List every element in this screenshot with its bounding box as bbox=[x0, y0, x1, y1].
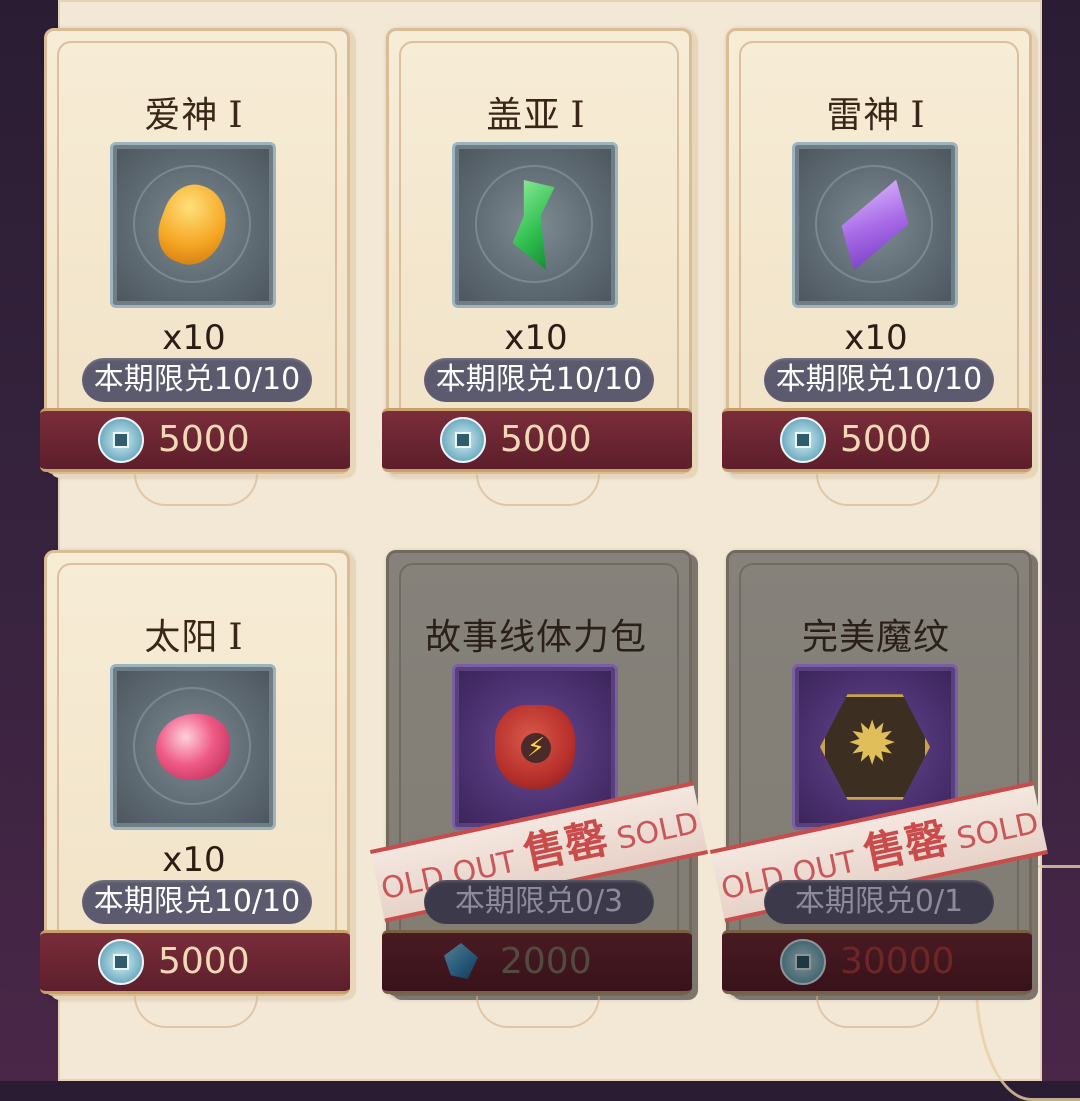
price-label: 5000 bbox=[158, 941, 250, 982]
shop-item-card-sold-out: 完美魔纹 OLD OUT售罄SOLD 本期限兑0/1 30000 bbox=[709, 550, 1049, 1028]
item-slot bbox=[110, 142, 276, 308]
price-button[interactable]: 5000 bbox=[382, 408, 692, 472]
coin-icon bbox=[98, 939, 144, 985]
ruby-gem-icon bbox=[156, 714, 230, 780]
item-quantity: x10 bbox=[162, 318, 226, 358]
item-name: 爱神 I bbox=[144, 95, 244, 136]
card-ornament bbox=[134, 474, 258, 506]
coin-icon bbox=[98, 417, 144, 463]
item-quantity: x10 bbox=[504, 318, 568, 358]
item-name: 太阳 I bbox=[144, 617, 244, 658]
exchange-limit: 本期限兑0/1 bbox=[764, 880, 994, 924]
price-button[interactable]: 5000 bbox=[40, 408, 350, 472]
item-quantity: x10 bbox=[844, 318, 908, 358]
exchange-limit: 本期限兑0/3 bbox=[424, 880, 654, 924]
price-label: 30000 bbox=[840, 941, 955, 982]
card-ornament bbox=[476, 474, 600, 506]
item-slot bbox=[452, 142, 618, 308]
item-slot bbox=[110, 664, 276, 830]
exchange-limit: 本期限兑10/10 bbox=[82, 358, 312, 402]
exchange-limit: 本期限兑10/10 bbox=[424, 358, 654, 402]
shop-item-card[interactable]: 爱神 I x10 本期限兑10/10 5000 bbox=[40, 28, 352, 506]
price-label: 5000 bbox=[500, 419, 592, 460]
exchange-limit: 本期限兑10/10 bbox=[82, 880, 312, 924]
price-button: 2000 bbox=[382, 930, 692, 994]
price-button: 30000 bbox=[722, 930, 1032, 994]
exchange-limit: 本期限兑10/10 bbox=[764, 358, 994, 402]
card-ornament bbox=[816, 474, 940, 506]
blue-crystal-icon bbox=[444, 943, 478, 979]
price-label: 2000 bbox=[500, 941, 592, 982]
item-slot bbox=[792, 142, 958, 308]
coin-icon bbox=[780, 417, 826, 463]
price-button[interactable]: 5000 bbox=[722, 408, 1032, 472]
shop-item-card[interactable]: 盖亚 I x10 本期限兑10/10 5000 bbox=[382, 28, 694, 506]
shop-item-card[interactable]: 雷神 I x10 本期限兑10/10 5000 bbox=[722, 28, 1034, 506]
price-label: 5000 bbox=[840, 419, 932, 460]
card-ornament bbox=[816, 996, 940, 1028]
price-label: 5000 bbox=[158, 419, 250, 460]
stamina-bag-icon bbox=[495, 705, 575, 789]
item-name: 雷神 I bbox=[826, 95, 926, 136]
price-button[interactable]: 5000 bbox=[40, 930, 350, 994]
shop-item-card-sold-out: 故事线体力包 OLD OUT售罄SOLD 本期限兑0/3 2000 bbox=[369, 550, 709, 1028]
card-ornament bbox=[134, 996, 258, 1028]
card-ornament bbox=[476, 996, 600, 1028]
item-name: 故事线体力包 bbox=[424, 617, 647, 658]
item-name: 盖亚 I bbox=[486, 95, 586, 136]
coin-icon bbox=[780, 939, 826, 985]
shop-item-card[interactable]: 太阳 I x10 本期限兑10/10 5000 bbox=[40, 550, 352, 1028]
item-quantity: x10 bbox=[162, 840, 226, 880]
magic-rune-icon bbox=[820, 694, 930, 800]
coin-icon bbox=[440, 417, 486, 463]
item-name: 完美魔纹 bbox=[801, 617, 950, 658]
